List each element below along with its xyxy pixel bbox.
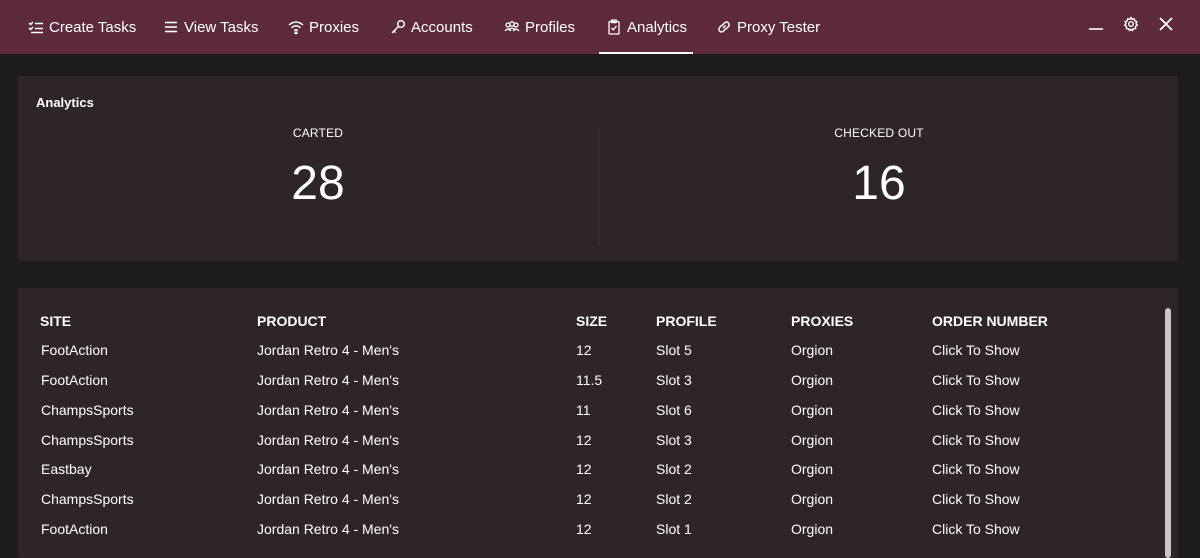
cell-profile: Slot 3	[656, 432, 692, 448]
nav-view-tasks-label: View Tasks	[184, 18, 259, 36]
cell-proxies: Orgion	[791, 372, 834, 388]
show-order-number-link[interactable]: Click To Show	[932, 402, 1020, 418]
nav-analytics[interactable]: Analytics	[598, 0, 694, 54]
close-icon	[1157, 15, 1175, 38]
cell-proxies: Orgion	[791, 491, 834, 507]
create-tasks-icon	[27, 18, 45, 36]
cell-profile: Slot 5	[656, 342, 692, 358]
nav-accounts-label: Accounts	[411, 18, 473, 36]
cell-product: Jordan Retro 4 - Men's	[257, 342, 399, 358]
orders-table: SITE PRODUCT SIZE PROFILE PROXIES ORDER …	[18, 288, 1178, 558]
nav-create-tasks[interactable]: Create Tasks	[27, 0, 136, 54]
wifi-icon	[287, 18, 305, 36]
cell-product: Jordan Retro 4 - Men's	[257, 491, 399, 507]
cell-product: Jordan Retro 4 - Men's	[257, 402, 399, 418]
carted-value: 28	[291, 157, 345, 210]
key-icon	[389, 18, 407, 36]
cell-profile: Slot 2	[656, 461, 692, 477]
cell-size: 12	[576, 432, 592, 448]
nav-proxies[interactable]: Proxies	[287, 0, 359, 54]
cell-site: ChampsSports	[41, 432, 134, 448]
table-row: FootAction Jordan Retro 4 - Men's 12 Slo…	[18, 521, 1148, 551]
nav-create-tasks-label: Create Tasks	[49, 18, 137, 36]
cell-proxies: Orgion	[791, 402, 834, 418]
column-header-order-number: ORDER NUMBER	[932, 313, 1048, 329]
minimize-icon	[1087, 15, 1105, 38]
scrollbar-thumb[interactable]	[1165, 308, 1171, 558]
column-header-proxies: PROXIES	[791, 313, 854, 329]
cell-profile: Slot 3	[656, 372, 692, 388]
table-row: FootAction Jordan Retro 4 - Men's 11.5 S…	[18, 372, 1148, 402]
cell-site: FootAction	[41, 372, 108, 388]
nav-profiles[interactable]: Profiles	[503, 0, 575, 54]
nav-accounts[interactable]: Accounts	[389, 0, 473, 54]
column-header-size: SIZE	[576, 313, 608, 329]
show-order-number-link[interactable]: Click To Show	[932, 461, 1020, 477]
cell-proxies: Orgion	[791, 342, 834, 358]
cell-size: 11	[576, 402, 591, 418]
cell-product: Jordan Retro 4 - Men's	[257, 432, 399, 448]
cell-size: 12	[576, 342, 592, 358]
cell-proxies: Orgion	[791, 432, 834, 448]
column-header-profile: PROFILE	[656, 313, 717, 329]
cell-site: ChampsSports	[41, 402, 134, 418]
table-row: ChampsSports Jordan Retro 4 - Men's 12 S…	[18, 432, 1148, 462]
cell-product: Jordan Retro 4 - Men's	[257, 372, 399, 388]
minimize-button[interactable]	[1081, 10, 1111, 42]
cell-site: FootAction	[41, 342, 108, 358]
cell-size: 12	[576, 491, 592, 507]
show-order-number-link[interactable]: Click To Show	[932, 521, 1020, 537]
cell-size: 12	[576, 461, 592, 477]
checked-out-label: CHECKED OUT	[834, 126, 924, 140]
cell-proxies: Orgion	[791, 521, 834, 537]
cell-site: FootAction	[41, 521, 108, 537]
cell-site: ChampsSports	[41, 491, 134, 507]
close-button[interactable]	[1151, 10, 1181, 42]
cell-size: 12	[576, 521, 592, 537]
cell-product: Jordan Retro 4 - Men's	[257, 461, 399, 477]
checked-out-value: 16	[852, 157, 906, 210]
table-row: ChampsSports Jordan Retro 4 - Men's 11 S…	[18, 402, 1148, 432]
scrollbar[interactable]	[1165, 308, 1171, 558]
column-header-site: SITE	[40, 313, 72, 329]
show-order-number-link[interactable]: Click To Show	[932, 432, 1020, 448]
nav-proxy-tester[interactable]: Proxy Tester	[715, 0, 820, 54]
cell-site: Eastbay	[41, 461, 92, 477]
checked-out-stat: CHECKED OUT 16	[599, 76, 1159, 261]
carted-label: CARTED	[292, 126, 344, 140]
cell-profile: Slot 1	[656, 521, 692, 537]
nav-analytics-label: Analytics	[627, 18, 688, 36]
nav-proxy-tester-label: Proxy Tester	[737, 18, 821, 36]
cell-product: Jordan Retro 4 - Men's	[257, 521, 399, 537]
gear-icon	[1122, 15, 1140, 38]
show-order-number-link[interactable]: Click To Show	[932, 491, 1020, 507]
cell-size: 11.5	[576, 372, 603, 388]
link-icon	[715, 18, 733, 36]
show-order-number-link[interactable]: Click To Show	[932, 372, 1020, 388]
cell-proxies: Orgion	[791, 461, 834, 477]
nav-proxies-label: Proxies	[309, 18, 360, 36]
clipboard-check-icon	[605, 18, 623, 36]
title-bar: Create Tasks View Tasks Proxies Accounts…	[0, 0, 1200, 54]
settings-button[interactable]	[1116, 10, 1146, 42]
table-row: Eastbay Jordan Retro 4 - Men's 12 Slot 2…	[18, 461, 1148, 491]
users-icon	[503, 18, 521, 36]
column-header-product: PRODUCT	[257, 313, 327, 329]
carted-stat: CARTED 28	[38, 76, 598, 261]
nav-profiles-label: Profiles	[525, 18, 576, 36]
show-order-number-link[interactable]: Click To Show	[932, 342, 1020, 358]
table-row: FootAction Jordan Retro 4 - Men's 12 Slo…	[18, 342, 1148, 372]
table-row: ChampsSports Jordan Retro 4 - Men's 12 S…	[18, 491, 1148, 521]
analytics-panel: Analytics CARTED 28 CHECKED OUT 16	[18, 76, 1178, 261]
cell-profile: Slot 6	[656, 402, 692, 418]
cell-profile: Slot 2	[656, 491, 692, 507]
nav-view-tasks[interactable]: View Tasks	[162, 0, 258, 54]
list-icon	[162, 18, 180, 36]
